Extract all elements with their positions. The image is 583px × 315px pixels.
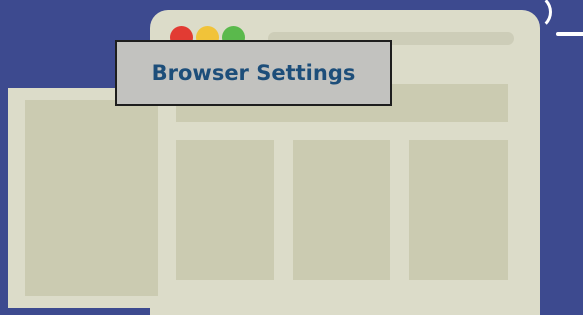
side-panel — [8, 88, 173, 308]
page-title: Browser Settings — [151, 61, 356, 85]
illustration-canvas: Browser Settings — [0, 0, 583, 315]
side-panel-content — [25, 100, 158, 296]
sparkle-dash-icon — [556, 32, 583, 36]
content-column — [409, 140, 508, 280]
content-column — [176, 140, 274, 280]
title-label-box: Browser Settings — [115, 40, 392, 106]
content-column — [293, 140, 390, 280]
